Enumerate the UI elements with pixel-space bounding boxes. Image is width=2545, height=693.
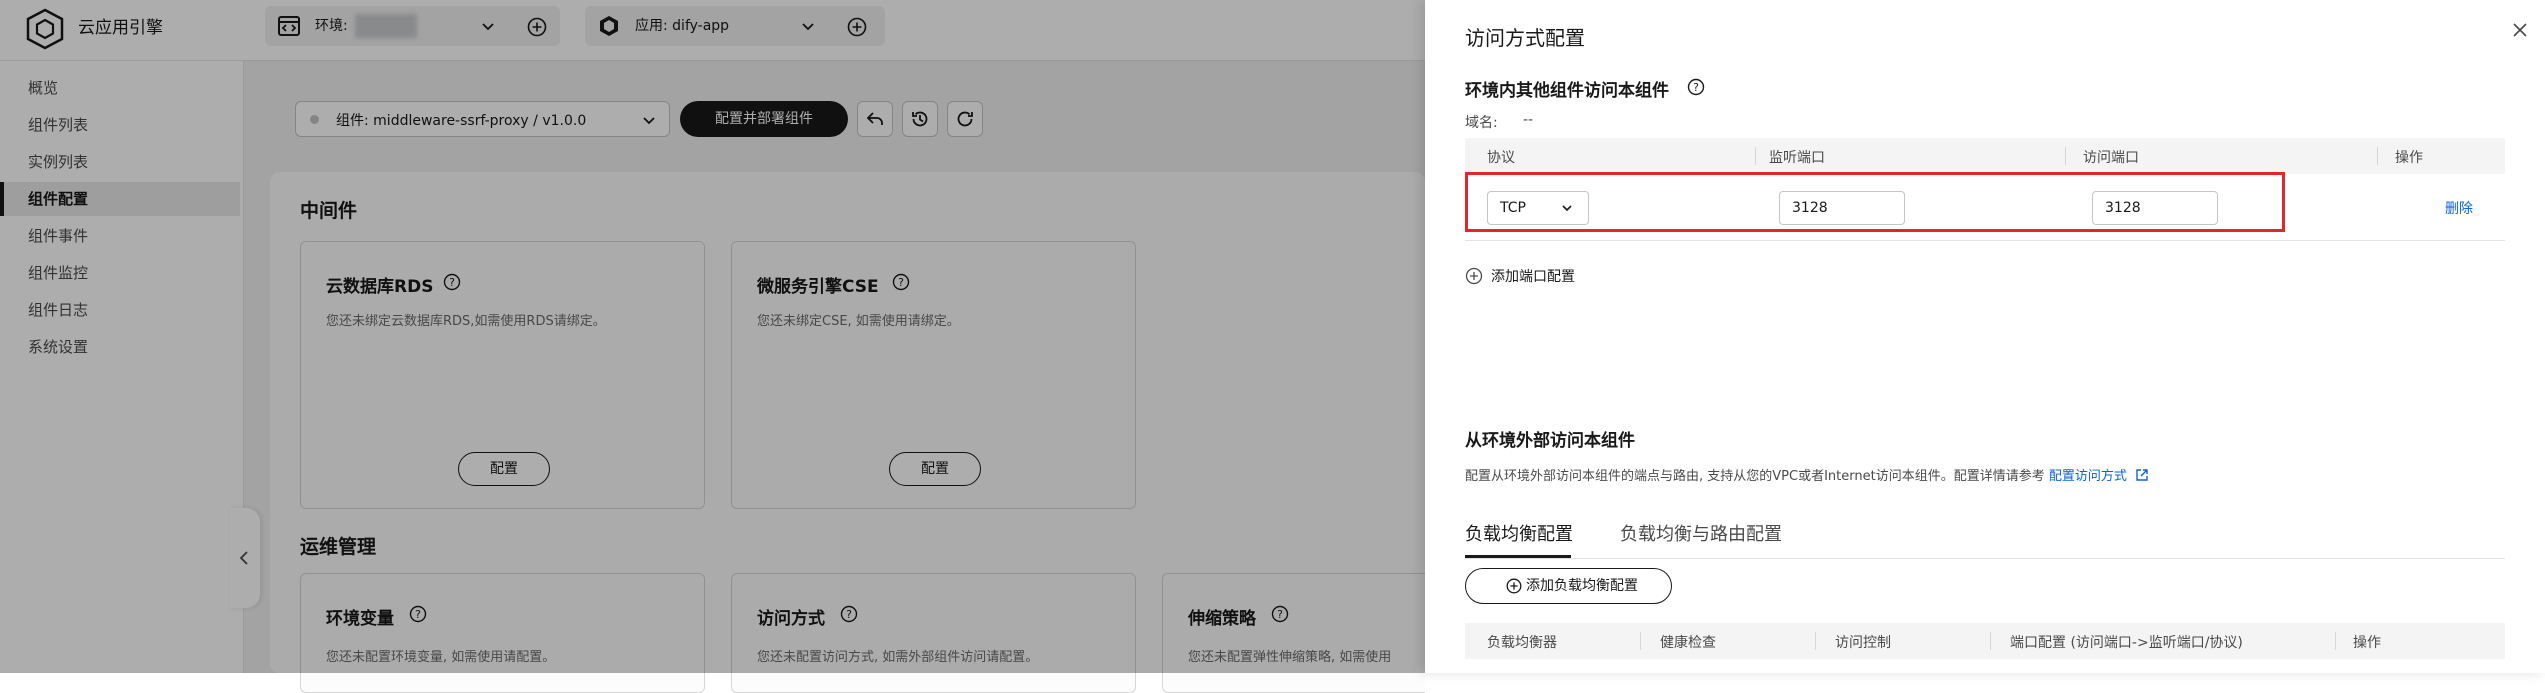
modal-overlay[interactable] [0,0,1425,673]
col-access-port: 访问端口 [2083,150,2139,166]
col-load-balancer: 负载均衡器 [1487,635,1557,651]
tab-lb-routing[interactable]: 负载均衡与路由配置 [1620,520,1782,546]
help-icon[interactable]: ? [1687,78,1705,96]
add-circle-icon [1506,578,1522,594]
access-tabs: 负载均衡配置 负载均衡与路由配置 [1465,518,2505,559]
internal-access-title: 环境内其他组件访问本组件 [1465,81,1669,101]
add-circle-icon [1465,267,1483,285]
col-health-check: 健康检查 [1660,635,1716,651]
domain-label: 域名: [1465,115,1498,131]
col-lb-actions: 操作 [2353,635,2381,651]
lb-table-header: 负载均衡器 健康检查 访问控制 端口配置 (访问端口->监听端口/协议) 操作 [1465,623,2505,659]
delete-port-button[interactable]: 删除 [2445,198,2473,218]
external-access-desc: 配置从环境外部访问本组件的端点与路由, 支持从您的VPC或者Internet访问… [1465,465,2149,484]
close-icon[interactable] [2510,20,2530,40]
active-tab-indicator [1465,555,1571,558]
add-port-label: 添加端口配置 [1491,269,1575,285]
external-link-icon[interactable] [2135,468,2149,482]
drawer-title: 访问方式配置 [1465,26,1585,50]
domain-value: -- [1523,112,1534,128]
svg-text:?: ? [1693,81,1699,94]
highlight-box [1465,172,2285,232]
external-doc-link[interactable]: 配置访问方式 [2049,469,2127,484]
port-table-header: 协议 监听端口 访问端口 操作 [1465,138,2505,174]
tab-load-balancer[interactable]: 负载均衡配置 [1465,520,1573,546]
access-config-drawer: 访问方式配置 环境内其他组件访问本组件 ? 域名: -- 协议 监听端口 访问端… [1425,0,2545,673]
add-lb-button[interactable]: 添加负载均衡配置 [1465,568,1672,604]
col-protocol: 协议 [1487,150,1515,166]
external-access-title: 从环境外部访问本组件 [1465,431,1635,451]
external-desc-text: 配置从环境外部访问本组件的端点与路由, 支持从您的VPC或者Internet访问… [1465,469,2045,484]
add-lb-label: 添加负载均衡配置 [1526,578,1638,594]
col-listen-port: 监听端口 [1769,150,1825,166]
col-actions: 操作 [2395,150,2423,166]
col-port-config: 端口配置 (访问端口->监听端口/协议) [2010,635,2243,651]
col-access-control: 访问控制 [1835,635,1891,651]
